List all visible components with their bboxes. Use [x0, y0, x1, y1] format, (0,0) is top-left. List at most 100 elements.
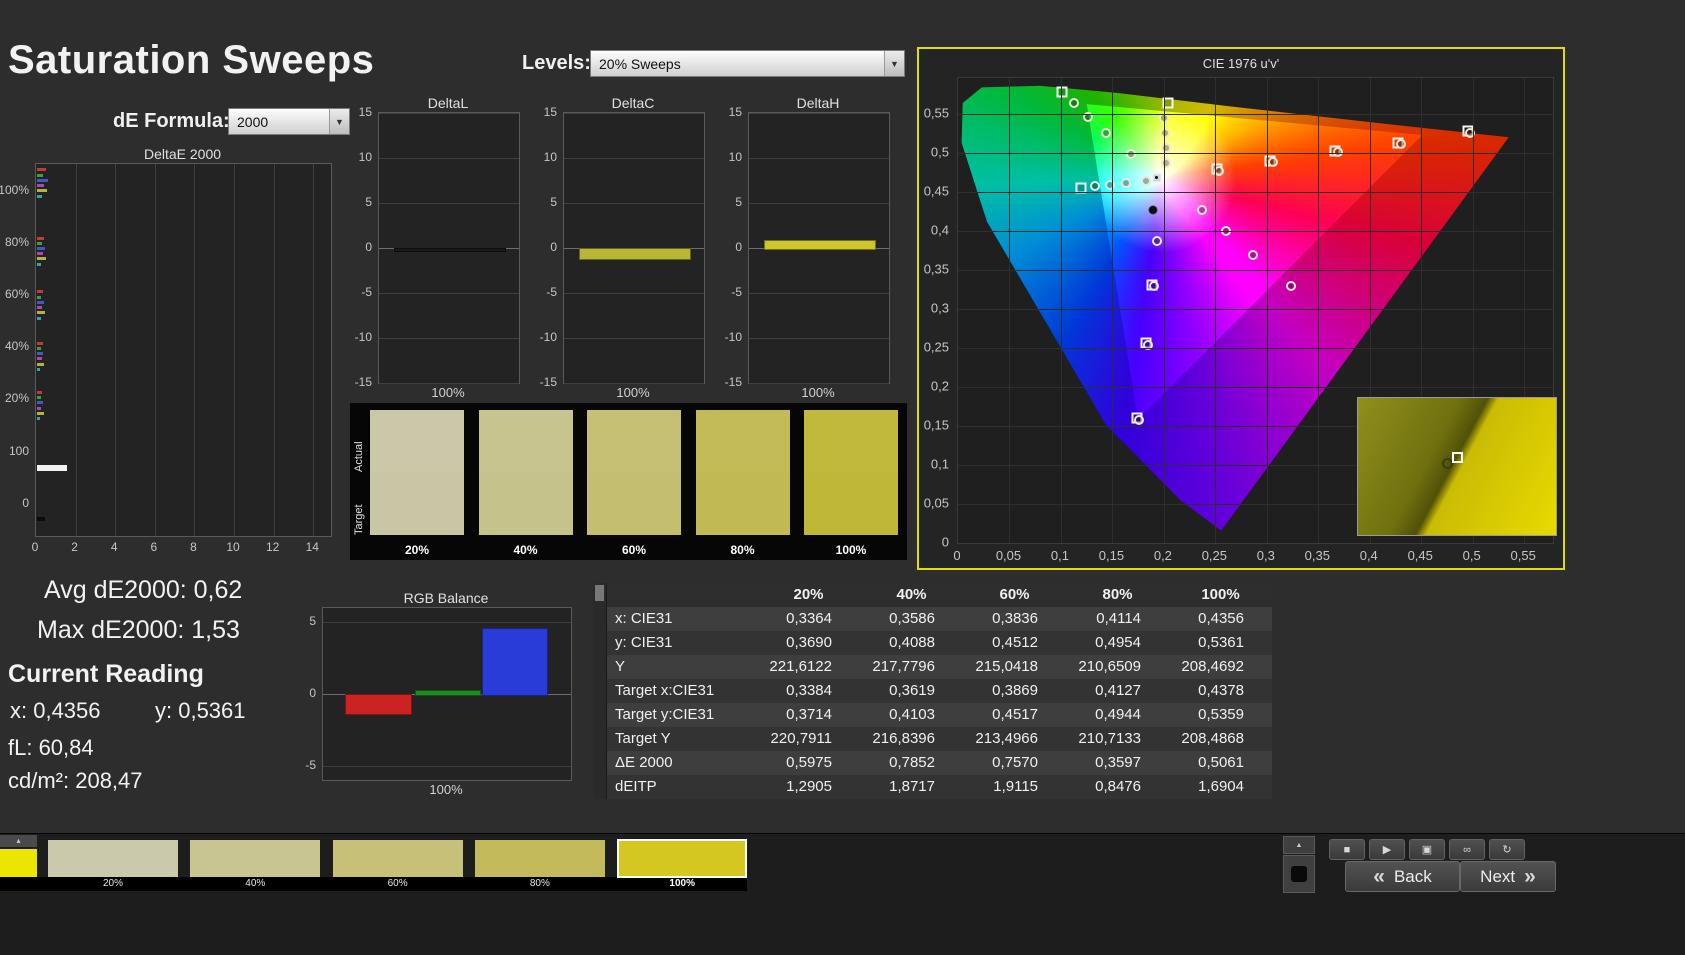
app-root: Saturation Sweeps dE Formula: 2000 ▼ Lev… — [0, 0, 1685, 955]
axis-tick-label: 14 — [306, 540, 319, 554]
bottom-swatch-100%[interactable] — [617, 839, 747, 878]
target-row-label: Target — [353, 487, 365, 553]
axis-tick-label: 0,4 — [1360, 548, 1378, 563]
grid-line — [749, 158, 889, 159]
panel-expand-button[interactable]: ▲ — [1283, 836, 1315, 854]
table-cell: 0,5061 — [1169, 751, 1272, 775]
transport-refresh-button[interactable]: ↻ — [1489, 839, 1525, 860]
grid-line — [323, 766, 571, 767]
axis-tick-label: 0,05 — [924, 495, 949, 510]
patch-window-button[interactable] — [1283, 855, 1315, 893]
swatch-target — [804, 473, 898, 536]
grid-line — [749, 293, 889, 294]
measured-point — [1248, 250, 1258, 260]
axis-tick-label: 0,5 — [931, 144, 949, 159]
deltae-bar — [37, 368, 40, 371]
actual-row-label: Actual — [353, 419, 365, 495]
swatch-label: 60% — [587, 543, 681, 557]
measured-point — [1268, 157, 1278, 167]
deltae-bar — [37, 391, 42, 394]
axis-tick-label: 0,3 — [931, 300, 949, 315]
table-cell: 0,3836 — [963, 607, 1066, 631]
axis-tick-label: 0,55 — [924, 105, 949, 120]
cie-zoom-inset — [1357, 397, 1557, 536]
current-x-value: x: 0,4356 — [10, 698, 101, 724]
axis-tick-label: 15 — [729, 105, 742, 119]
axis-tick-label: 20% — [5, 391, 29, 405]
measured-point — [1105, 180, 1115, 190]
axis-tick-label: 0,55 — [1511, 548, 1536, 563]
next-button-label: Next — [1480, 867, 1515, 887]
axis-tick-label: 5 — [309, 614, 316, 628]
delta-value-bar — [394, 248, 505, 252]
axis-tick-label: 0,1 — [931, 456, 949, 471]
table-row-label: Target y:CIE31 — [607, 703, 757, 727]
grid-line — [564, 113, 704, 114]
transport-play-button[interactable]: ▶ — [1369, 839, 1405, 860]
deltah-chart-plot — [748, 112, 890, 384]
deltal-chart-title: DeltaL — [378, 95, 518, 111]
table-cell: 0,3619 — [860, 679, 963, 703]
axis-tick-label: 0 — [942, 535, 949, 550]
table-cell: 0,7570 — [963, 751, 1066, 775]
cie-diagram-panel[interactable]: CIE 1976 u'v' 0,550,50,450,40,350,30,250… — [917, 47, 1565, 570]
grid-line — [958, 114, 1553, 115]
bottom-swatch-40%[interactable] — [190, 840, 320, 877]
bottom-swatch-label: 100% — [617, 878, 747, 889]
table-scrollbar[interactable] — [593, 583, 607, 799]
table-row-label: dEITP — [607, 775, 757, 799]
deltae-bar — [37, 290, 43, 293]
axis-tick-label: 12 — [266, 540, 279, 554]
deltae-bar — [37, 263, 41, 266]
rgb-y-axis: 50-5 — [288, 607, 320, 779]
saturation-swatch — [370, 410, 464, 535]
axis-tick-label: 10 — [359, 150, 372, 164]
de-formula-dropdown[interactable]: 2000 ▼ — [228, 108, 350, 135]
transport-loop-button[interactable]: ∞ — [1449, 839, 1485, 860]
swatch-label: 20% — [370, 543, 464, 557]
table-row-label: Target Y — [607, 727, 757, 751]
bottom-swatch-80%[interactable] — [475, 840, 605, 877]
axis-tick-label: -5 — [305, 758, 316, 772]
deltae-bar — [37, 342, 43, 345]
actual-target-swatch-panel: Actual Target 20%40%60%80%100% — [350, 403, 907, 560]
deltae-bar — [37, 407, 41, 410]
swatch-target — [696, 473, 790, 536]
axis-tick-label: -10 — [725, 330, 742, 344]
levels-dropdown[interactable]: 20% Sweeps ▼ — [590, 50, 905, 77]
bottom-swatch-60%[interactable] — [333, 840, 463, 877]
collapse-button[interactable]: ▴ — [0, 835, 37, 847]
bottom-swatch-20%[interactable] — [48, 840, 178, 877]
deltal-chart-plot — [378, 112, 520, 384]
deltae-bar — [37, 242, 42, 245]
grid-line — [564, 383, 704, 384]
grid-line — [958, 270, 1553, 271]
transport-save-button[interactable]: ▣ — [1409, 839, 1445, 860]
axis-tick-label: 0 — [32, 540, 39, 554]
axis-tick-label: 0 — [22, 496, 29, 510]
table-cell: 0,4512 — [963, 631, 1066, 655]
axis-tick-label: 15 — [544, 105, 557, 119]
table-scrollbar-thumb[interactable] — [595, 585, 604, 601]
back-button[interactable]: « Back — [1345, 861, 1460, 892]
transport-stop-button[interactable]: ■ — [1329, 839, 1365, 860]
white-point-dot — [1155, 176, 1158, 179]
swatch-target — [370, 473, 464, 536]
saturation-swatch — [804, 410, 898, 535]
deltae-y-axis: 100%80%60%40%20%1000 — [0, 163, 33, 535]
grid-line — [1164, 78, 1165, 543]
axis-tick-label: 0 — [735, 240, 742, 254]
levels-label: Levels: — [522, 52, 591, 75]
table-cell: 0,3869 — [963, 679, 1066, 703]
axis-tick-label: 0,25 — [1202, 548, 1227, 563]
swatch-actual — [804, 410, 898, 473]
saturation-swatch — [696, 410, 790, 535]
measured-point — [1101, 128, 1111, 138]
swatch-label: 80% — [696, 543, 790, 557]
grid-line — [958, 309, 1553, 310]
deltac-chart-plot — [563, 112, 705, 384]
grid-line — [1112, 78, 1113, 543]
next-button[interactable]: Next » — [1460, 861, 1556, 892]
grid-line — [958, 192, 1553, 193]
current-y-value: y: 0,5361 — [155, 698, 246, 724]
